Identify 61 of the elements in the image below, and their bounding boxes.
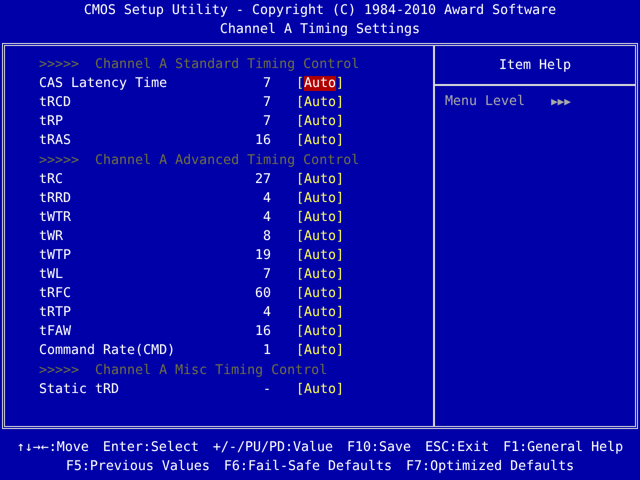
key-hint: F7:Optimized Defaults [406, 458, 574, 476]
setting-label: tWR [39, 228, 64, 244]
key-hint: F10:Save [347, 439, 412, 457]
setting-label: tRFC [39, 286, 72, 302]
setting-label: CAS Latency Time [39, 76, 168, 92]
current-value: 8 [262, 228, 271, 244]
key-hint: +/-/PU/PD:Value [212, 439, 334, 457]
current-value: 60 [254, 286, 271, 302]
setting-label: tRAS [39, 133, 72, 148]
current-value: 16 [254, 324, 271, 340]
setting-value[interactable]: [Auto] [296, 248, 344, 263]
setting-value[interactable]: [Auto] [296, 114, 344, 130]
section-heading: >>>>> Channel A Misc Timing Control [39, 362, 328, 378]
current-value: 27 [254, 172, 271, 187]
setting-value[interactable]: [Auto] [296, 133, 344, 148]
current-value: - [262, 382, 271, 397]
current-value: 19 [254, 248, 271, 263]
setting-value[interactable]: [Auto] [296, 267, 344, 282]
menu-level-marker: ▶▶▶ [551, 94, 571, 110]
setting-label: tWL [39, 267, 64, 282]
key-hint: Enter:Select [102, 439, 199, 457]
setting-label: tRRD [39, 190, 72, 206]
current-value: 16 [254, 133, 271, 148]
setting-value[interactable]: [Auto] [296, 343, 344, 358]
setting-value[interactable]: [Auto] [296, 95, 344, 110]
setting-value[interactable]: [Auto] [296, 324, 344, 340]
setting-value[interactable]: [Auto] [296, 210, 344, 225]
current-value: 1 [262, 343, 271, 358]
current-value: 7 [262, 76, 271, 92]
setting-label: tRP [39, 114, 64, 130]
setting-value[interactable]: [Auto] [296, 190, 344, 206]
setting-value[interactable]: [Auto] [296, 305, 344, 320]
setting-label: tFAW [39, 324, 72, 340]
current-value: 7 [262, 114, 271, 130]
setting-label: tRC [39, 172, 64, 187]
setting-value[interactable]: [Auto] [296, 228, 344, 244]
setting-label: Command Rate(CMD) [39, 343, 176, 358]
key-hint: F1:General Help [503, 439, 624, 457]
setting-value[interactable]: [Auto] [296, 382, 344, 397]
section-heading: >>>>> Channel A Standard Timing Control [39, 57, 360, 72]
key-hint: F5:Previous Values [66, 458, 210, 476]
current-value: 7 [262, 267, 271, 282]
key-hint: ESC:Exit [425, 439, 490, 457]
setting-value[interactable]: [Auto] [296, 286, 344, 302]
section-heading: >>>>> Channel A Advanced Timing Control [39, 152, 360, 168]
menu-level-label: Menu Level [445, 94, 526, 110]
setting-label: Static tRD [39, 382, 120, 397]
current-value: 4 [262, 305, 271, 320]
key-hint: F6:Fail-Safe Defaults [224, 458, 392, 476]
utility-title: CMOS Setup Utility - Copyright (C) 1984-2010 Award Software [84, 2, 556, 20]
key-hint: ↑↓→←:Move [16, 439, 89, 457]
setting-label: tRTP [39, 305, 72, 320]
setting-label: tWTP [39, 248, 72, 263]
setting-label: tRCD [39, 95, 72, 110]
page-title: Channel A Timing Settings [220, 21, 420, 39]
current-value: 4 [262, 190, 271, 206]
current-value: 4 [262, 210, 271, 225]
help-title: Item Help [498, 58, 572, 72]
setting-value[interactable]: [Auto] [296, 172, 344, 187]
setting-label: tWTR [39, 210, 72, 225]
current-value: 7 [262, 95, 271, 110]
